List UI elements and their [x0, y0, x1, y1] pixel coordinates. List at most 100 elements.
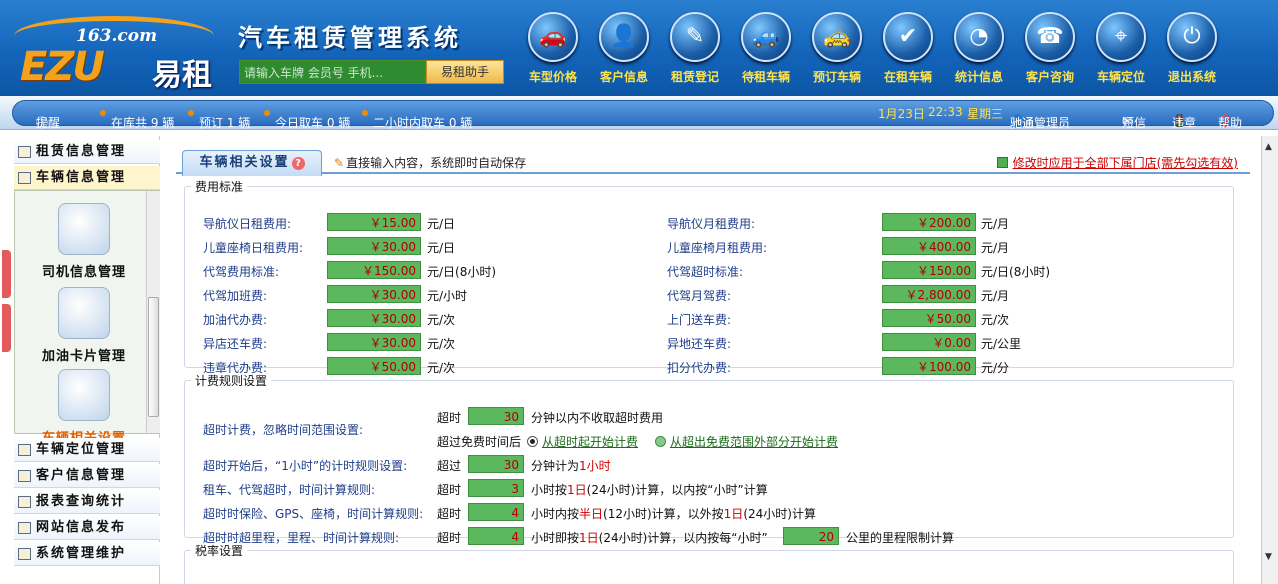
sidebar-scrollbar[interactable]	[146, 191, 160, 433]
folder-icon	[18, 496, 31, 508]
driver-icon	[58, 203, 110, 255]
fuel-card-icon	[58, 287, 110, 339]
sidebar-item-locate[interactable]: 车辆定位管理	[14, 438, 160, 462]
sidebar: 租赁信息管理 车辆信息管理 司机信息管理 加油卡片管理 车辆相关设置 车辆定位管…	[14, 136, 160, 584]
sub-item-fuel-card[interactable]: 加油卡片管理	[29, 287, 139, 364]
collapse-handle-bottom[interactable]	[2, 304, 11, 352]
fee-input[interactable]: ￥400.00	[882, 237, 976, 255]
rule3-label: 租车、代驾超时，时间计算规则:	[203, 483, 376, 497]
fee-input[interactable]: ￥150.00	[327, 261, 421, 279]
help-icon: ?	[291, 157, 305, 170]
radio-from-beyond-free[interactable]: 从超出免费范围外部分开始计费	[655, 433, 838, 450]
fee-input[interactable]: ￥15.00	[327, 213, 421, 231]
pickup-today-count: 今日取车 0 辆	[264, 105, 350, 130]
fee-unit: 元/次	[427, 337, 456, 351]
sidebar-item-customer[interactable]: 客户信息管理	[14, 464, 160, 488]
fee-input[interactable]: ￥50.00	[882, 309, 976, 327]
fee-input[interactable]: ￥0.00	[882, 333, 976, 351]
scroll-down-icon[interactable]: ▼	[1265, 552, 1272, 562]
nav-waiting-cars[interactable]: 🚙 待租车辆	[734, 12, 798, 88]
logo-cn-text: 易租	[152, 58, 212, 93]
sub-item-driver[interactable]: 司机信息管理	[29, 203, 139, 280]
nav-reserve-cars[interactable]: 🚕 预订车辆	[805, 12, 869, 88]
fee-input[interactable]: ￥30.00	[327, 237, 421, 255]
fee-input[interactable]: ￥30.00	[327, 285, 421, 303]
fees-section: 费用标准 导航仪日租费用: ￥15.00 元/日 儿童座椅日租费用: ￥30.00 元/日…	[184, 178, 1234, 375]
assistant-button[interactable]: 易租助手	[426, 60, 504, 84]
sidebar-item-vehicle[interactable]: 车辆信息管理	[14, 166, 160, 190]
nav-car-price[interactable]: 🚗 车型价格	[521, 12, 585, 88]
tax-legend: 税率设置	[195, 544, 244, 558]
nav-statistics[interactable]: ◔ 统计信息	[947, 12, 1011, 88]
fee-input[interactable]: ￥200.00	[882, 213, 976, 231]
fee-label: 代驾超时标准:	[667, 265, 744, 279]
fees-legend: 费用标准	[195, 180, 244, 194]
radio-from-timeout[interactable]: 从超时起开始计费	[527, 433, 638, 450]
sidebar-item-rental[interactable]: 租赁信息管理	[14, 140, 160, 164]
settings-icon	[58, 369, 110, 421]
autosave-note: ✎ 直接输入内容，系统即时自动保存	[334, 156, 527, 170]
fee-input[interactable]: ￥2,800.00	[882, 285, 976, 303]
fee-unit: 元/日	[427, 241, 456, 255]
rule2-minutes-input[interactable]: 30	[468, 455, 524, 473]
nav-locate[interactable]: ⌖ 车辆定位	[1089, 12, 1153, 88]
nav-rented-cars[interactable]: ✔ 在租车辆	[876, 12, 940, 88]
fee-label: 加油代办费:	[203, 313, 268, 327]
fee-label: 儿童座椅日租费用:	[203, 241, 304, 255]
apply-all-stores-checkbox[interactable]: 修改时应用于全部下属门店(需先勾选有效)	[996, 154, 1238, 171]
sidebar-item-reports[interactable]: 报表查询统计	[14, 490, 160, 514]
sidebar-subpanel: 司机信息管理 加油卡片管理 车辆相关设置	[14, 190, 160, 446]
fee-input[interactable]: ￥30.00	[327, 333, 421, 351]
fee-input[interactable]: ￥150.00	[882, 261, 976, 279]
fee-label: 上门送车费:	[667, 313, 732, 327]
tab-vehicle-settings[interactable]: 车辆相关设置?	[182, 150, 322, 176]
folder-icon	[18, 146, 31, 158]
fee-label: 代驾月驾费:	[667, 289, 732, 303]
collapse-handle-top[interactable]	[2, 250, 11, 298]
fee-label: 异店还车费:	[203, 337, 268, 351]
nav-exit[interactable]: ⏻ 退出系统	[1160, 12, 1224, 88]
sub-item-vehicle-settings[interactable]: 车辆相关设置	[29, 369, 139, 446]
in-stock-count: 在库共 9 辆	[100, 105, 174, 130]
nav-rental-register[interactable]: ✎ 租赁登记	[663, 12, 727, 88]
reserve-car-icon: 🚕	[812, 12, 862, 62]
pencil-icon: ✎	[334, 156, 345, 170]
stats-icon: ◔	[954, 12, 1004, 62]
logo-ezu-text: EZU	[20, 44, 105, 90]
rules-section: 计费规则设置 超时计费，忽略时间范围设置: 超时 30 分钟以内不收取超时费用 …	[184, 372, 1234, 545]
main-scrollbar[interactable]: ▲ ▼	[1261, 136, 1278, 584]
rules-legend: 计费规则设置	[195, 374, 268, 388]
search-input[interactable]: 请输入车牌 会员号 手机...	[239, 60, 426, 84]
fee-unit: 元/次	[981, 313, 1010, 327]
nav-consult[interactable]: ☎ 客户咨询	[1018, 12, 1082, 88]
reserved-count: 预订 1 辆	[188, 105, 250, 130]
current-time: 22:33	[928, 105, 963, 119]
customer-icon: 👤	[599, 12, 649, 62]
app-header: 163.com EZU 易租 汽车租赁管理系统 请输入车牌 会员号 手机... …	[0, 0, 1278, 96]
fee-unit: 元/公里	[981, 337, 1022, 351]
fee-label: 代驾加班费:	[203, 289, 268, 303]
folder-icon	[18, 444, 31, 456]
locate-icon: ⌖	[1096, 12, 1146, 62]
fee-unit: 元/日(8小时)	[427, 265, 497, 279]
rule4-hours-input[interactable]: 4	[468, 503, 524, 521]
fee-label: 导航仪日租费用:	[203, 217, 292, 231]
waiting-car-icon: 🚙	[741, 12, 791, 62]
logo-163-text: 163.com	[76, 26, 158, 46]
fee-input[interactable]: ￥30.00	[327, 309, 421, 327]
nav-customer-info[interactable]: 👤 客户信息	[592, 12, 656, 88]
current-date: 1月23日	[878, 107, 925, 121]
rented-car-icon: ✔	[883, 12, 933, 62]
rule1-minutes-input[interactable]: 30	[468, 407, 524, 425]
folder-icon	[18, 172, 31, 184]
sidebar-item-website[interactable]: 网站信息发布	[14, 516, 160, 540]
fee-unit: 元/小时	[427, 289, 468, 303]
car-icon: 🚗	[528, 12, 578, 62]
exit-icon: ⏻	[1167, 12, 1217, 62]
rule2-label: 超时开始后，“1小时”的计时规则设置:	[203, 459, 408, 473]
scroll-up-icon[interactable]: ▲	[1265, 142, 1272, 152]
sidebar-item-system[interactable]: 系统管理维护	[14, 542, 160, 566]
system-title: 汽车租赁管理系统	[238, 24, 462, 52]
rule3-hours-input[interactable]: 3	[468, 479, 524, 497]
fee-label: 代驾费用标准:	[203, 265, 280, 279]
